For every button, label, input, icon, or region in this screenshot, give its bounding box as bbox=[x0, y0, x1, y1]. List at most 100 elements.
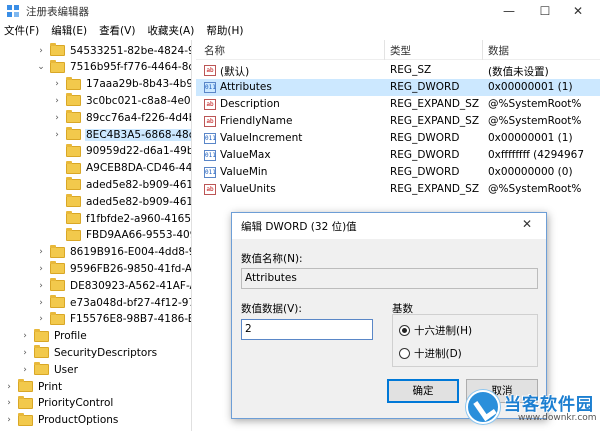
folder-icon bbox=[66, 143, 81, 157]
tree-item[interactable]: › Profile bbox=[20, 328, 88, 345]
tree-item[interactable]: › 3c0bc021-c8a8-4e07-a bbox=[52, 92, 191, 109]
chevron-right-icon[interactable]: › bbox=[36, 247, 46, 257]
tree-item-label: PriorityControl bbox=[38, 397, 114, 410]
folder-icon bbox=[50, 311, 65, 325]
close-button[interactable]: ✕ bbox=[556, 0, 600, 22]
value-type: REG_EXPAND_SZ bbox=[390, 183, 480, 195]
value-row[interactable]: 011 Attributes REG_DWORD 0x00000001 (1) bbox=[196, 79, 600, 96]
tree-item[interactable]: › 54533251-82be-4824-96c bbox=[36, 42, 191, 59]
tree-item-label: 8619B916-E004-4dd8-9B bbox=[70, 246, 192, 259]
tree-item-label: User bbox=[54, 363, 78, 376]
menu-favorites[interactable]: 收藏夹(A) bbox=[141, 22, 200, 40]
value-type: REG_EXPAND_SZ bbox=[390, 98, 480, 110]
tree-item[interactable]: › 89cc76a4-f226-4d4b-a bbox=[52, 109, 191, 126]
tree-item[interactable]: 90959d22-d6a1-49b9- bbox=[52, 143, 191, 160]
chevron-right-icon[interactable]: › bbox=[52, 130, 62, 140]
key-tree-pane[interactable]: › 54533251-82be-4824-96c ⌄ 7516b95f-f776-44… bbox=[0, 40, 192, 431]
value-type: REG_DWORD bbox=[390, 149, 460, 161]
column-header-data[interactable]: 数据 bbox=[488, 43, 509, 58]
value-row[interactable]: 011 ValueMax REG_DWORD 0xffffffff (4294967 bbox=[196, 147, 600, 164]
value-row[interactable]: ab FriendlyName REG_EXPAND_SZ @%SystemRoot% bbox=[196, 113, 600, 130]
chevron-right-icon[interactable]: › bbox=[20, 348, 30, 358]
folder-icon bbox=[50, 295, 65, 308]
folder-icon bbox=[66, 160, 81, 174]
string-value-icon: ab bbox=[204, 65, 216, 76]
tree-item-label: A9CEB8DA-CD46-44FE bbox=[86, 162, 192, 175]
folder-icon bbox=[66, 211, 81, 224]
tree-item[interactable]: › SecurityDescriptors bbox=[20, 344, 158, 361]
tree-item-label: 9596FB26-9850-41fd-AC3 bbox=[70, 262, 192, 275]
tree-item-label: FBD9AA66-9553-4097 bbox=[86, 229, 192, 242]
value-row[interactable]: ab ValueUnits REG_EXPAND_SZ @%SystemRoot% bbox=[196, 181, 600, 198]
tree-item-label: ProductOptions bbox=[38, 414, 119, 427]
chevron-right-icon[interactable]: › bbox=[36, 264, 46, 274]
tree-item[interactable]: aded5e82-b909-4619- bbox=[52, 176, 191, 193]
tree-item[interactable]: ⌄ 7516b95f-f776-4464-8c5: bbox=[36, 59, 192, 76]
chevron-right-icon[interactable]: › bbox=[20, 365, 30, 375]
chevron-right-icon[interactable]: › bbox=[4, 398, 14, 408]
tree-item[interactable]: › e73a048d-bf27-4f12-973 bbox=[36, 294, 191, 311]
value-data: (数值未设置) bbox=[488, 66, 549, 78]
tree-item[interactable]: › 8EC4B3A5-6868-48c2- bbox=[52, 126, 191, 143]
radio-unchecked-icon[interactable] bbox=[399, 348, 410, 359]
column-separator[interactable] bbox=[482, 40, 483, 60]
tree-item[interactable]: › F15576E8-98B7-4186-B94 bbox=[36, 311, 191, 328]
string-value-icon: ab bbox=[204, 116, 216, 127]
binary-value-icon: 011 bbox=[204, 133, 216, 144]
chevron-right-icon[interactable]: › bbox=[52, 113, 62, 123]
value-data: 0x00000001 (1) bbox=[488, 81, 573, 93]
value-name-label: 数值名称(N): bbox=[241, 253, 303, 265]
folder-icon bbox=[66, 110, 81, 124]
column-header-type[interactable]: 类型 bbox=[390, 43, 411, 58]
tree-item[interactable]: › Print bbox=[4, 378, 63, 395]
chevron-right-icon[interactable]: › bbox=[4, 415, 14, 425]
menu-help[interactable]: 帮助(H) bbox=[200, 22, 249, 40]
chevron-right-icon[interactable]: › bbox=[52, 96, 62, 106]
tree-item[interactable]: › ProductOptions bbox=[4, 412, 119, 429]
menu-file[interactable]: 文件(F) bbox=[0, 22, 45, 40]
folder-icon bbox=[66, 227, 81, 241]
tree-item-label: 7516b95f-f776-4464-8c5: bbox=[70, 61, 192, 74]
chevron-right-icon[interactable]: › bbox=[4, 382, 14, 392]
tree-item[interactable]: FBD9AA66-9553-4097 bbox=[52, 227, 192, 244]
tree-item[interactable]: › PriorityControl bbox=[4, 395, 114, 412]
folder-icon bbox=[50, 59, 65, 73]
chevron-right-icon[interactable]: › bbox=[36, 281, 46, 291]
tree-item[interactable]: › 8619B916-E004-4dd8-9B bbox=[36, 244, 192, 261]
value-data-input[interactable]: 2 bbox=[241, 319, 373, 340]
column-separator[interactable] bbox=[384, 40, 385, 60]
chevron-right-icon[interactable]: › bbox=[36, 298, 46, 308]
radio-decimal[interactable]: 十进制(D) bbox=[399, 346, 462, 361]
chevron-right-icon[interactable]: › bbox=[36, 314, 46, 324]
tree-item[interactable]: › DE830923-A562-41AF-A0 bbox=[36, 277, 191, 294]
column-header-name[interactable]: 名称 bbox=[204, 43, 225, 58]
tree-item-label: 89cc76a4-f226-4d4b-a bbox=[86, 111, 191, 124]
folder-icon bbox=[50, 261, 65, 275]
chevron-right-icon[interactable]: › bbox=[36, 46, 46, 56]
value-row[interactable]: 011 ValueMin REG_DWORD 0x00000000 (0) bbox=[196, 164, 600, 181]
tree-item[interactable]: aded5e82-b909-4619- bbox=[52, 193, 191, 210]
value-row[interactable]: 011 ValueIncrement REG_DWORD 0x00000001 (1) bbox=[196, 130, 600, 147]
title-bar: 注册表编辑器 — ☐ ✕ bbox=[0, 0, 600, 22]
watermark-logo-icon bbox=[466, 390, 500, 424]
ok-button[interactable]: 确定 bbox=[387, 379, 459, 403]
folder-icon bbox=[66, 76, 81, 90]
value-row[interactable]: ab (默认) REG_SZ (数值未设置) bbox=[196, 62, 600, 79]
value-row[interactable]: ab Description REG_EXPAND_SZ @%SystemRoot% bbox=[196, 96, 600, 113]
chevron-right-icon[interactable]: › bbox=[52, 79, 62, 89]
menu-view[interactable]: 查看(V) bbox=[93, 22, 141, 40]
value-name: ValueUnits bbox=[220, 183, 276, 195]
chevron-down-icon[interactable]: ⌄ bbox=[36, 62, 46, 72]
radio-hexadecimal[interactable]: 十六进制(H) bbox=[399, 323, 472, 338]
value-data: @%SystemRoot% bbox=[488, 183, 582, 195]
tree-item[interactable]: f1fbfde2-a960-4165-9 bbox=[52, 210, 191, 227]
value-type: REG_DWORD bbox=[390, 166, 460, 178]
tree-item[interactable]: › 17aaa29b-8b43-4b94- bbox=[52, 76, 191, 93]
tree-item[interactable]: A9CEB8DA-CD46-44FE bbox=[52, 160, 192, 177]
tree-item[interactable]: › 9596FB26-9850-41fd-AC3 bbox=[36, 260, 192, 277]
tree-item[interactable]: › User bbox=[20, 361, 79, 378]
chevron-right-icon[interactable]: › bbox=[20, 331, 30, 341]
dialog-close-button[interactable]: ✕ bbox=[522, 217, 532, 231]
menu-edit[interactable]: 编辑(E) bbox=[45, 22, 93, 40]
radio-checked-icon[interactable] bbox=[399, 325, 410, 336]
